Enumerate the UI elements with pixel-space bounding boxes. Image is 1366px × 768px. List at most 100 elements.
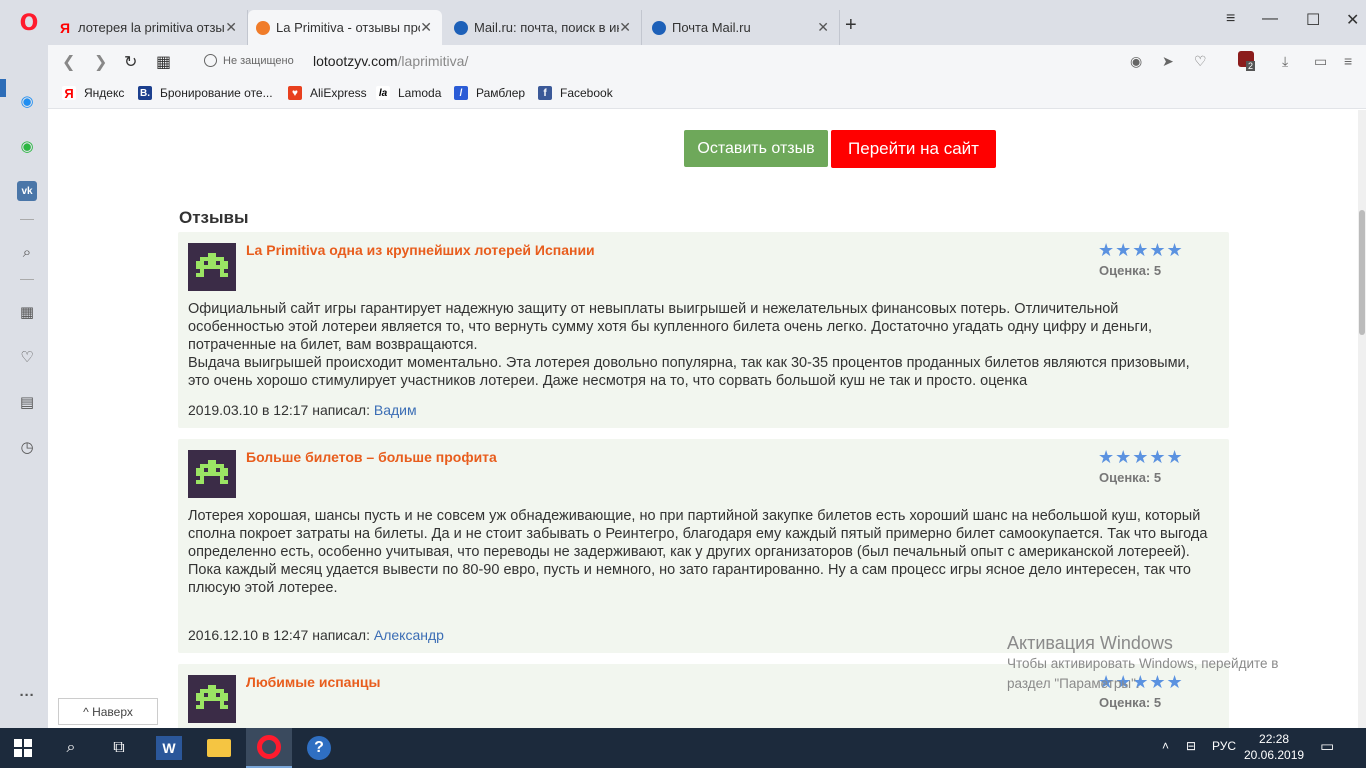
back-to-top-button[interactable]: ^ Наверх [58, 698, 158, 725]
tab-bar: O Я лотерея la primitiva отзывы ✕ La Pri… [0, 0, 1366, 45]
security-indicator[interactable]: Не защищено [204, 54, 294, 67]
close-icon[interactable]: ✕ [817, 19, 829, 36]
site-favicon-icon [256, 20, 270, 35]
menu-icon[interactable]: ≡ [1344, 53, 1352, 69]
tab-la-primitiva[interactable]: La Primitiva - отзывы про л ✕ [248, 10, 442, 45]
review-paragraph: Выдача выигрышей происходит моментально.… [188, 355, 1190, 389]
send-icon[interactable]: ➤ [1162, 53, 1174, 70]
rating-label: Оценка: 5 [1099, 263, 1162, 278]
review-meta: 2019.03.10 в 12:17 написал: Вадим [188, 402, 417, 418]
review-paragraph: Пока каждый месяц удается вывести по 80-… [188, 562, 1191, 596]
task-view-icon[interactable]: ⧉ [96, 728, 142, 768]
reload-button[interactable]: ↻ [124, 52, 137, 72]
tray-chevron-icon[interactable]: ˄ [1162, 739, 1169, 753]
activation-title: Активация Windows [1007, 633, 1173, 653]
scrollbar[interactable] [1358, 110, 1366, 728]
download-icon[interactable]: ⤓ [1282, 53, 1288, 70]
windows-taskbar: ⌕ ⧉ W ? ˄ ⊟ РУС 22:28 20.06.2019 ▭ [0, 728, 1366, 768]
messenger-icon[interactable]: ◉ [17, 91, 37, 111]
speed-dial-icon[interactable]: ▦ [156, 52, 171, 72]
reviews-heading: Отзывы [179, 208, 249, 227]
mail-favicon-icon [454, 20, 468, 35]
tab-yandex-search[interactable]: Я лотерея la primitiva отзывы ✕ [50, 10, 248, 45]
tab-title: La Primitiva - отзывы про л [276, 20, 421, 35]
sidebar-divider [20, 279, 34, 280]
aliexpress-icon: ♥ [288, 86, 302, 100]
news-icon[interactable]: ▤ [17, 392, 37, 412]
tab-mail-ru[interactable]: Mail.ru: почта, поиск в инт ✕ [446, 10, 642, 45]
search-icon[interactable]: ⌕ [48, 728, 94, 768]
whatsapp-icon[interactable]: ◉ [17, 136, 37, 156]
space-invader-icon [196, 253, 228, 277]
opera-taskbar-icon[interactable] [246, 728, 292, 768]
bookmark-label: Бронирование оте... [160, 86, 273, 100]
notifications-icon[interactable]: ▭ [1320, 737, 1334, 755]
tab-title: Почта Mail.ru [672, 20, 751, 35]
go-to-site-button[interactable]: Перейти на сайт [831, 130, 996, 168]
back-button[interactable]: ❮ [62, 52, 75, 72]
new-tab-button[interactable]: + [845, 14, 857, 37]
speed-dial-icon[interactable]: ▦ [17, 302, 37, 322]
battery-icon[interactable]: ▭ [1314, 53, 1327, 70]
security-label: Не защищено [223, 54, 294, 67]
sidebar-divider [20, 219, 34, 220]
system-clock[interactable]: 22:28 20.06.2019 [1244, 731, 1304, 763]
close-icon[interactable]: ✕ [420, 19, 432, 36]
forward-button[interactable]: ❯ [94, 52, 107, 72]
review-text: Официальный сайт игры гарантирует надежн… [188, 300, 1215, 390]
camera-icon[interactable]: ◉ [1130, 53, 1142, 70]
review-title[interactable]: Любимые испанцы [246, 674, 381, 690]
window-close-button[interactable]: ✕ [1346, 10, 1359, 30]
review-title[interactable]: Больше билетов – больше профита [246, 449, 497, 465]
bookmarks-heart-icon[interactable]: ♡ [17, 347, 37, 367]
close-icon[interactable]: ✕ [225, 19, 237, 36]
mail-favicon-icon [652, 20, 666, 35]
tab-menu-icon[interactable]: ≡ [1226, 10, 1235, 28]
avatar [188, 675, 236, 723]
vk-icon[interactable]: vk [17, 181, 37, 201]
scrollbar-thumb[interactable] [1359, 210, 1365, 335]
file-explorer-icon[interactable] [196, 728, 242, 768]
more-icon[interactable]: ··· [17, 685, 37, 705]
star-rating-icon: ★★★★★ [1098, 240, 1184, 260]
close-icon[interactable]: ✕ [619, 19, 631, 36]
bookmark-aliexpress[interactable]: ♥ AliExpress [288, 86, 367, 100]
sidebar-indicator [0, 79, 6, 97]
network-icon[interactable]: ⊟ [1186, 739, 1196, 753]
tab-title: Mail.ru: почта, поиск в инт [474, 20, 620, 35]
bookmark-rambler[interactable]: / Рамблер [454, 86, 525, 100]
bookmark-label: Lamoda [398, 86, 442, 100]
review-card: La Primitiva одна из крупнейших лотерей … [178, 232, 1229, 428]
maximize-button[interactable]: ☐ [1306, 10, 1320, 30]
clock-time: 22:28 [1259, 732, 1290, 746]
rating-label: Оценка: 5 [1099, 470, 1162, 485]
screen: O Я лотерея la primitiva отзывы ✕ La Pri… [0, 0, 1366, 768]
tray-language[interactable]: РУС [1212, 739, 1236, 753]
search-icon[interactable]: ⌕ [17, 242, 37, 262]
word-icon[interactable]: W [146, 728, 192, 768]
bookmarks-bar: Я Яндекс B. Бронирование оте... ♥ AliExp… [48, 79, 1366, 109]
review-author[interactable]: Вадим [374, 402, 417, 418]
bookmark-facebook[interactable]: f Facebook [538, 86, 613, 100]
help-icon[interactable]: ? [296, 728, 342, 768]
start-windows-icon[interactable] [0, 728, 46, 768]
opera-menu-icon[interactable]: O [14, 8, 44, 38]
review-author[interactable]: Александр [374, 627, 444, 643]
yandex-icon: Я [62, 86, 76, 101]
yandex-favicon-icon: Я [59, 19, 71, 36]
activation-line: раздел "Параметры". [1007, 676, 1140, 691]
bookmark-label: Яндекс [84, 86, 125, 100]
heart-icon[interactable]: ♡ [1194, 53, 1207, 70]
bookmark-booking[interactable]: B. Бронирование оте... [138, 86, 273, 100]
history-clock-icon[interactable]: ◷ [17, 437, 37, 457]
lamoda-icon: la [376, 86, 390, 100]
url-field[interactable]: lotootzyv.com/laprimitiva/ [313, 53, 468, 69]
bookmark-lamoda[interactable]: la Lamoda [376, 86, 441, 100]
booking-icon: B. [138, 86, 152, 100]
tab-mail-ru-inbox[interactable]: Почта Mail.ru ✕ [644, 10, 840, 45]
review-meta: 2016.12.10 в 12:47 написал: Александр [188, 627, 444, 643]
bookmark-yandex[interactable]: Я Яндекс [62, 86, 125, 101]
leave-review-button[interactable]: Оставить отзыв [684, 130, 828, 167]
review-title[interactable]: La Primitiva одна из крупнейших лотерей … [246, 242, 595, 258]
minimize-button[interactable]: — [1262, 10, 1278, 28]
